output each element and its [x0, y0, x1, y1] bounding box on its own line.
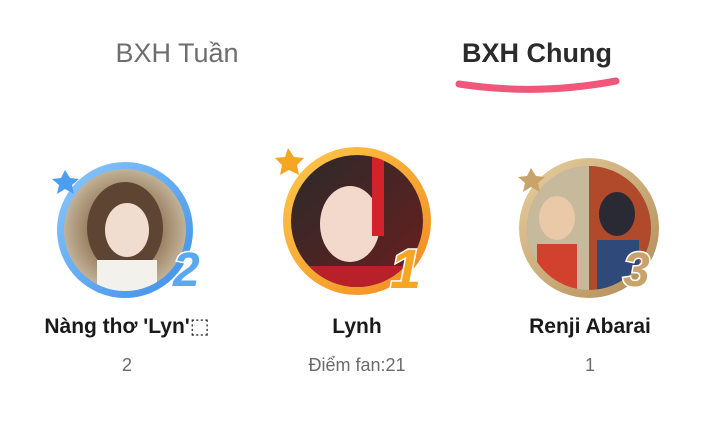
- user-name-rank-1[interactable]: Lynh: [332, 312, 381, 342]
- crown-icon: [275, 148, 304, 175]
- leaderboard-screen: BXH Tuần BXH Chung 2 1 3 Nàng thơ 'Lyn'⬚…: [0, 0, 713, 444]
- rank-number-2: 2: [172, 244, 200, 297]
- avatar-rank-2[interactable]: 2: [47, 150, 207, 310]
- avatar-rank-3[interactable]: 3: [513, 148, 673, 308]
- user-score-rank-1: Điểm fan:21: [308, 355, 406, 375]
- rank-number-3: 3: [623, 244, 650, 297]
- rank-number-1: 1: [390, 237, 421, 300]
- user-name-rank-2[interactable]: Nàng thơ 'Lyn'⬚: [44, 312, 209, 342]
- tab-overall-ranking[interactable]: BXH Chung: [462, 34, 612, 72]
- user-score-rank-2: 2: [121, 355, 133, 375]
- user-name-rank-3[interactable]: Renji Abarai: [529, 312, 651, 342]
- avatar-rank-1[interactable]: 1: [272, 136, 432, 302]
- user-score-rank-3: 1: [584, 355, 596, 375]
- active-tab-indicator: [455, 77, 620, 93]
- tab-weekly-ranking[interactable]: BXH Tuần: [115, 34, 238, 72]
